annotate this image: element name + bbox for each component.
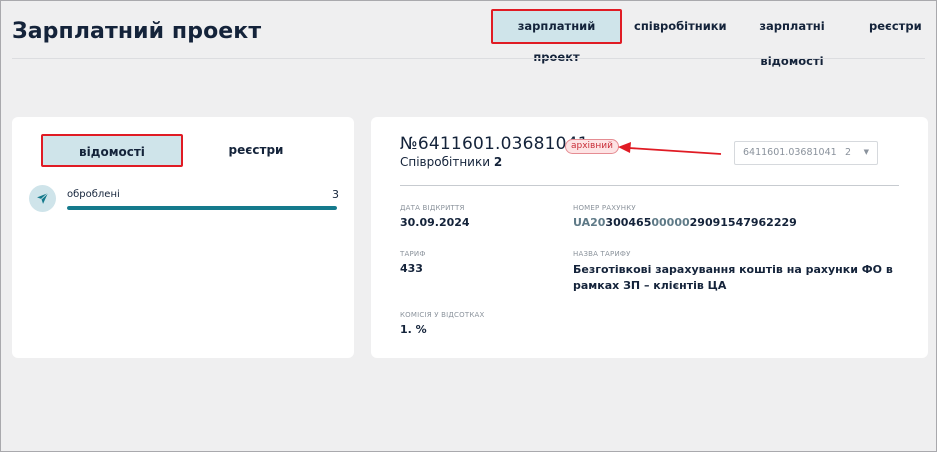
commission-label: Комісія у відсотках bbox=[400, 311, 485, 319]
tab-payroll-project[interactable]: зарплатний проект bbox=[491, 9, 622, 64]
tab-payroll-statements[interactable]: зарплатні відомості bbox=[736, 9, 848, 68]
list-item-processed[interactable]: оброблені 3 bbox=[29, 185, 339, 215]
tab-employees[interactable]: співробітники bbox=[634, 9, 727, 44]
details-divider bbox=[400, 185, 899, 186]
account-country-code: UA20 bbox=[573, 216, 606, 229]
project-details-card: №6411601.03681041 архівний Співробітники… bbox=[371, 117, 928, 358]
subtab-statements[interactable]: відомості bbox=[41, 134, 183, 167]
send-icon bbox=[29, 185, 56, 212]
project-number: №6411601.03681041 bbox=[400, 134, 589, 154]
app-window: Зарплатний проект зарплатний проект спів… bbox=[0, 0, 937, 452]
project-select-value: 6411601.03681041 bbox=[743, 147, 837, 158]
account-number-value: UA203004650000029091547962229 bbox=[573, 216, 797, 229]
list-item-label: оброблені bbox=[67, 189, 120, 200]
tab-registers[interactable]: реєстри bbox=[869, 9, 922, 44]
commission-value: 1. % bbox=[400, 323, 427, 336]
account-number-digits: 29091547962229 bbox=[689, 216, 797, 229]
project-select[interactable]: 6411601.03681041 2 ▼ bbox=[734, 141, 878, 165]
subtab-registers[interactable]: реєстри bbox=[206, 134, 306, 167]
header-divider bbox=[12, 58, 925, 59]
employees-label: Співробітники bbox=[400, 155, 491, 169]
tariff-name-value: Безготівкові зарахування коштів на рахун… bbox=[573, 263, 893, 292]
progress-fill bbox=[67, 206, 337, 210]
account-zero-padding: 00000 bbox=[651, 216, 690, 229]
account-number-label: Номер рахунку bbox=[573, 204, 636, 212]
employees-count: 2 bbox=[493, 155, 503, 169]
open-date-value: 30.09.2024 bbox=[400, 216, 470, 229]
tariff-value: 433 bbox=[400, 262, 423, 275]
list-item-count: 3 bbox=[332, 188, 339, 201]
chevron-down-icon: ▼ bbox=[863, 148, 869, 156]
status-badge: архівний bbox=[565, 139, 619, 154]
page-title: Зарплатний проект bbox=[12, 19, 262, 44]
tariff-label: Тариф bbox=[400, 250, 426, 258]
list-item-progress bbox=[67, 206, 337, 210]
statements-panel: відомості реєстри оброблені 3 bbox=[12, 117, 354, 358]
account-bank-code: 300465 bbox=[605, 216, 652, 229]
project-select-count: 2 bbox=[845, 147, 852, 158]
employees-summary: Співробітники 2 bbox=[400, 155, 502, 169]
tariff-name-label: Назва тарифу bbox=[573, 250, 631, 258]
open-date-label: Дата відкриття bbox=[400, 204, 465, 212]
